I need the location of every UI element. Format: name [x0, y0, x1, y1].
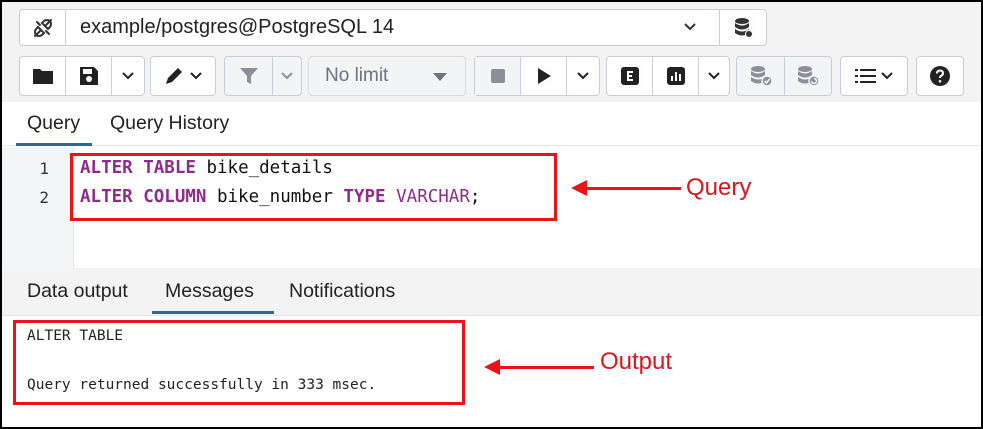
line-number: 1 — [39, 159, 49, 178]
chevron-down-icon — [708, 72, 720, 80]
explain-analyze-button[interactable] — [653, 57, 699, 95]
tab-query-history[interactable]: Query History — [110, 112, 229, 135]
connection-bar: example/postgres@PostgreSQL 14 — [2, 2, 981, 52]
connection-status-button[interactable] — [19, 9, 66, 46]
chevron-down-icon — [881, 72, 893, 80]
output-highlight-box — [13, 320, 465, 405]
rollback-icon — [798, 66, 820, 87]
open-file-button[interactable] — [20, 57, 66, 95]
help-icon — [930, 66, 950, 86]
plug-icon — [33, 18, 52, 37]
connection-select[interactable]: example/postgres@PostgreSQL 14 — [66, 9, 720, 46]
stop-icon — [490, 69, 505, 83]
explain-button[interactable] — [607, 57, 653, 95]
row-limit-value: No limit — [325, 65, 389, 86]
file-group — [19, 56, 145, 96]
filter-dropdown-button[interactable] — [273, 57, 301, 95]
database-icon — [735, 17, 753, 38]
transaction-group — [736, 56, 832, 96]
chevron-down-icon — [122, 72, 134, 80]
query-annotation-label: Query — [686, 174, 752, 201]
edit-menu-button[interactable] — [151, 57, 215, 95]
output-annotation-label: Output — [600, 348, 673, 375]
row-limit-select[interactable]: No limit — [308, 56, 466, 96]
explain-dropdown-button[interactable] — [699, 57, 729, 95]
macros-group — [840, 56, 908, 96]
filter-button[interactable] — [225, 57, 273, 95]
active-tab-indicator — [16, 143, 92, 146]
save-icon — [79, 67, 98, 85]
execute-button[interactable] — [521, 57, 567, 95]
stop-button[interactable] — [475, 57, 521, 95]
play-icon — [537, 68, 551, 84]
tab-data-output[interactable]: Data output — [27, 280, 128, 303]
caret-down-icon — [433, 73, 447, 81]
macros-button[interactable] — [841, 57, 907, 95]
app-window: example/postgres@PostgreSQL 14 No limit … — [0, 0, 983, 429]
execute-dropdown-button[interactable] — [567, 57, 599, 95]
explain-icon — [620, 67, 639, 85]
output-arrow — [484, 359, 594, 375]
chart-icon — [666, 67, 685, 85]
tab-messages[interactable]: Messages — [165, 280, 254, 303]
line-number-gutter: 1 2 — [2, 147, 74, 268]
line-number: 2 — [39, 188, 49, 207]
save-dropdown-button[interactable] — [112, 57, 144, 95]
commit-button[interactable] — [737, 57, 785, 95]
query-highlight-box — [70, 153, 557, 221]
explain-group — [606, 56, 730, 96]
rollback-button[interactable] — [785, 57, 831, 95]
folder-icon — [32, 69, 53, 84]
tab-query[interactable]: Query — [27, 112, 80, 135]
commit-icon — [750, 66, 773, 87]
list-icon — [855, 69, 876, 83]
query-arrow — [571, 180, 681, 196]
help-button[interactable] — [917, 57, 963, 95]
connection-label: example/postgres@PostgreSQL 14 — [80, 16, 395, 38]
pen-icon — [166, 68, 182, 84]
query-tabs: Query Query History — [2, 102, 981, 146]
save-button[interactable] — [66, 57, 112, 95]
output-tabs: Data output Messages Notifications — [2, 268, 981, 316]
tab-notifications[interactable]: Notifications — [289, 280, 395, 303]
chevron-down-icon — [281, 72, 293, 80]
filter-group — [224, 56, 302, 96]
edit-group — [150, 56, 216, 96]
filter-icon — [239, 68, 258, 84]
query-toolbar: No limit — [2, 52, 981, 102]
active-tab-indicator — [152, 311, 274, 314]
chevron-down-icon — [684, 23, 696, 31]
chevron-down-icon — [190, 72, 202, 80]
execute-group — [474, 56, 600, 96]
new-connection-button[interactable] — [720, 9, 767, 46]
help-group — [916, 56, 964, 96]
chevron-down-icon — [577, 72, 589, 80]
